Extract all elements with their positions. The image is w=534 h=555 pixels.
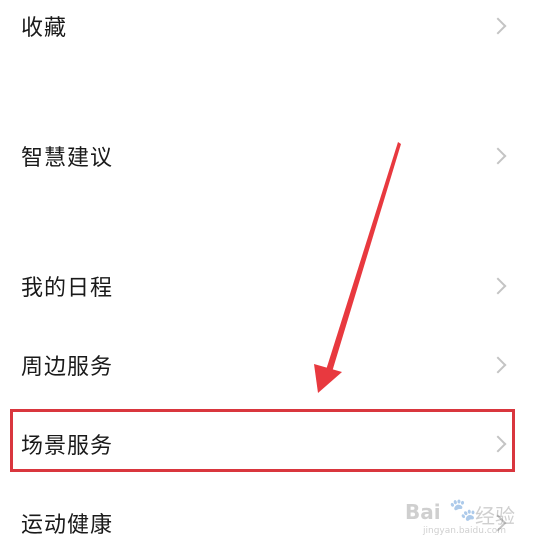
baidu-jingyan-watermark: Bai 🐾 经验 jingyan.baidu.com xyxy=(405,496,530,550)
menu-item-favorites[interactable]: 收藏 xyxy=(0,0,534,58)
menu-item-label: 周边服务 xyxy=(21,355,114,380)
menu-item-label: 运动健康 xyxy=(21,513,114,538)
paw-icon: 🐾 xyxy=(449,498,477,523)
menu-item-my-schedule[interactable]: 我的日程 xyxy=(0,254,534,318)
highlight-box xyxy=(10,409,515,472)
menu-item-label: 智慧建议 xyxy=(21,146,114,171)
chevron-right-icon xyxy=(489,17,507,35)
menu-item-nearby-services[interactable]: 周边服务 xyxy=(0,333,534,397)
menu-item-smart-suggestions[interactable]: 智慧建议 xyxy=(0,124,534,188)
chevron-right-icon xyxy=(489,356,507,374)
chevron-right-icon xyxy=(489,277,507,295)
menu-item-label: 我的日程 xyxy=(21,276,114,301)
watermark-text: 经验 xyxy=(475,504,515,528)
watermark-url: jingyan.baidu.com xyxy=(423,526,507,536)
chevron-right-icon xyxy=(489,147,507,165)
watermark-logo: Bai xyxy=(405,500,441,524)
menu-item-label: 收藏 xyxy=(21,16,68,41)
